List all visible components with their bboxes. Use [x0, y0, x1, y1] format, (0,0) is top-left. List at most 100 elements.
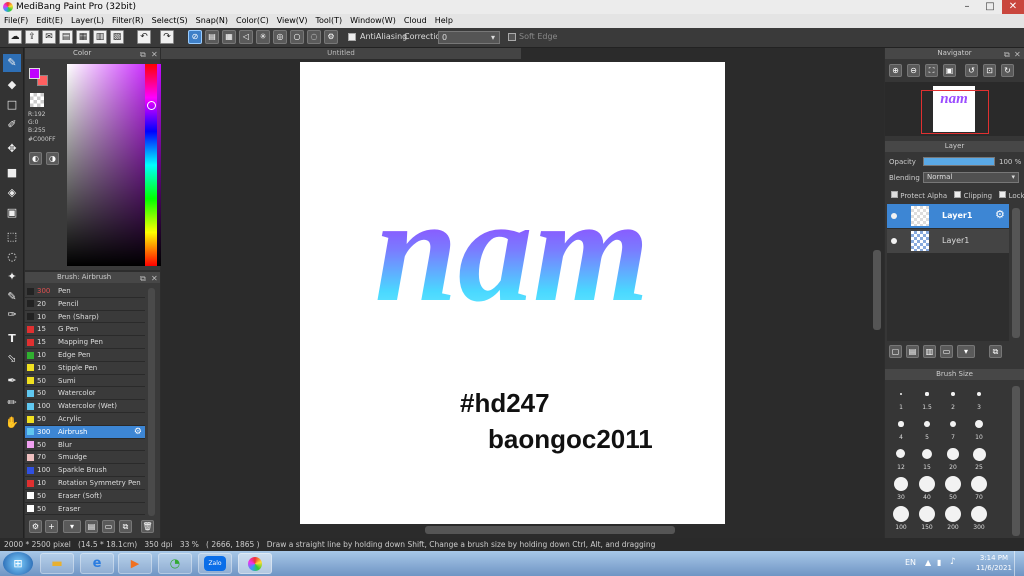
brush-size-preset[interactable]: 15	[915, 443, 939, 473]
menu-cloud[interactable]: Cloud	[400, 14, 431, 28]
eye-icon[interactable]	[891, 238, 897, 244]
canvas[interactable]: nam #hd247 baongoc2011	[300, 62, 725, 524]
grid-snap-icon[interactable]: ▦	[222, 30, 236, 44]
text-tool-icon[interactable]: T	[3, 330, 21, 348]
taskbar-medibang[interactable]	[238, 553, 272, 574]
no-snap-icon[interactable]: ⊘	[188, 30, 202, 44]
start-button[interactable]: ⊞	[3, 552, 33, 575]
brush-copy-icon[interactable]: ⧉	[119, 520, 132, 533]
taskbar-media[interactable]: ▶	[118, 553, 152, 574]
brush-size-preset[interactable]: 50	[941, 473, 965, 503]
menu-layer[interactable]: Layer(L)	[67, 14, 108, 28]
zoom-in-icon[interactable]: ⊕	[889, 64, 902, 77]
menu-view[interactable]: View(V)	[273, 14, 312, 28]
navigator-viewport[interactable]	[921, 90, 989, 134]
foreground-color-swatch[interactable]	[29, 68, 40, 79]
brush-size-preset[interactable]: 12	[889, 443, 913, 473]
eye-icon[interactable]	[891, 213, 897, 219]
show-desktop-button[interactable]	[1014, 551, 1024, 576]
lasso-tool-icon[interactable]: ◌	[3, 248, 21, 266]
brush-item[interactable]: 10 Pen (Sharp)	[25, 311, 145, 324]
brush-item[interactable]: 50 Acrylic	[25, 413, 145, 426]
eyedropper-icon[interactable]: ✒	[3, 372, 21, 390]
float-navigator-icon[interactable]: ⧉	[1004, 50, 1010, 60]
fit-window-icon[interactable]: ⛶	[925, 64, 938, 77]
brush-item[interactable]: 10 Edge Pen	[25, 349, 145, 362]
operation-tool-icon[interactable]: ⬂	[3, 350, 21, 368]
menu-snap[interactable]: Snap(N)	[192, 14, 232, 28]
select-tool-icon[interactable]: ⬚	[3, 228, 21, 246]
circle-snap-icon[interactable]: ○	[290, 30, 304, 44]
network-icon[interactable]: ▮	[937, 558, 941, 567]
protect-alpha-checkbox[interactable]	[891, 191, 898, 198]
taskbar-ie[interactable]: e	[80, 553, 114, 574]
brush-item[interactable]: 15 Mapping Pen	[25, 336, 145, 349]
transparent-color-swatch[interactable]	[30, 93, 44, 107]
brush-item[interactable]: 50 Watercolor	[25, 387, 145, 401]
new-color-layer-icon[interactable]: ▥	[923, 345, 936, 358]
brush-size-preset[interactable]: 70	[967, 473, 991, 503]
perspective-snap-icon[interactable]: ◁	[239, 30, 253, 44]
tray-up-icon[interactable]: ▲	[925, 558, 931, 567]
close-panel-icon[interactable]: ✕	[151, 50, 158, 59]
brush-settings-icon[interactable]: ⚙	[29, 520, 42, 533]
brush-item[interactable]: 20 Pencil	[25, 298, 145, 311]
brush-size-preset[interactable]: 7	[941, 413, 965, 443]
antialiasing-checkbox[interactable]	[348, 33, 356, 41]
hue-handle[interactable]	[147, 101, 156, 110]
comment-icon[interactable]: ✉	[42, 30, 56, 44]
layer-folder-icon[interactable]: ▭	[940, 345, 953, 358]
menu-color[interactable]: Color(C)	[232, 14, 273, 28]
redo-icon[interactable]: ↷	[160, 30, 174, 44]
document-tab[interactable]: Untitled	[161, 48, 521, 59]
brush-list-scrollbar[interactable]	[148, 288, 155, 516]
select-pen-icon[interactable]: ✎	[3, 288, 21, 306]
maximize-button[interactable]: □	[979, 0, 1001, 14]
hue-slider[interactable]	[145, 64, 157, 266]
menu-select[interactable]: Select(S)	[148, 14, 192, 28]
brush-size-preset[interactable]: 150	[915, 503, 939, 533]
eraser-tool-icon[interactable]: ◆	[3, 76, 21, 94]
brush-item[interactable]: 70 Smudge	[25, 451, 145, 465]
navigator-preview[interactable]: nam	[885, 82, 1024, 136]
rotate-reset-icon[interactable]: ⊡	[983, 64, 996, 77]
brush-size-preset[interactable]: 40	[915, 473, 939, 503]
brush-new-icon[interactable]: ▤	[85, 520, 98, 533]
close-navigator-icon[interactable]: ✕	[1014, 50, 1021, 59]
layer-row-selected[interactable]: Layer1 ⚙	[887, 204, 1009, 228]
brush-size-preset[interactable]: 1.5	[915, 383, 939, 413]
canvas-vertical-scrollbar[interactable]	[873, 250, 881, 330]
zoom-out-icon[interactable]: ⊖	[907, 64, 920, 77]
brush-item[interactable]: 50 Blur	[25, 439, 145, 452]
layer-list-scrollbar[interactable]	[1012, 208, 1020, 338]
minimize-button[interactable]: –	[956, 0, 978, 14]
brush-size-preset[interactable]: 3	[967, 383, 991, 413]
new-layer-icon[interactable]: ▢	[889, 345, 902, 358]
float-panel-icon[interactable]: ⧉	[140, 50, 146, 60]
brush-size-scrollbar[interactable]	[1012, 386, 1020, 536]
dot-tool-icon[interactable]: □	[3, 96, 21, 114]
menu-help[interactable]: Help	[431, 14, 457, 28]
snap-settings-icon[interactable]: ⚙	[324, 30, 338, 44]
taskbar-zalo[interactable]: Zalo	[198, 553, 232, 574]
brush-size-preset[interactable]: 25	[967, 443, 991, 473]
brush-size-preset[interactable]: 200	[941, 503, 965, 533]
bucket-tool-icon[interactable]: ◈	[3, 184, 21, 202]
radial-snap-icon[interactable]: ✳	[256, 30, 270, 44]
brush-size-preset[interactable]: 4	[889, 413, 913, 443]
parallel-snap-icon[interactable]: ▤	[205, 30, 219, 44]
volume-icon[interactable]: ♪	[950, 557, 956, 567]
language-indicator[interactable]: EN	[905, 558, 916, 567]
layer-row[interactable]: Layer1	[887, 229, 1009, 253]
gear-icon[interactable]: ⚙	[995, 208, 1005, 221]
brush-folder-icon[interactable]: ▭	[102, 520, 115, 533]
curve-snap-icon[interactable]: ◌	[307, 30, 321, 44]
brush-size-preset[interactable]: 30	[889, 473, 913, 503]
gradient-tool-icon[interactable]: ▣	[3, 204, 21, 222]
actual-size-icon[interactable]: ▣	[943, 64, 956, 77]
clipping-checkbox[interactable]	[954, 191, 962, 198]
brush-size-preset[interactable]: 1	[889, 383, 913, 413]
select-eraser-icon[interactable]: ✑	[3, 306, 21, 324]
rotate-right-icon[interactable]: ↻	[1001, 64, 1014, 77]
taskbar-explorer[interactable]: ▬	[40, 553, 74, 574]
